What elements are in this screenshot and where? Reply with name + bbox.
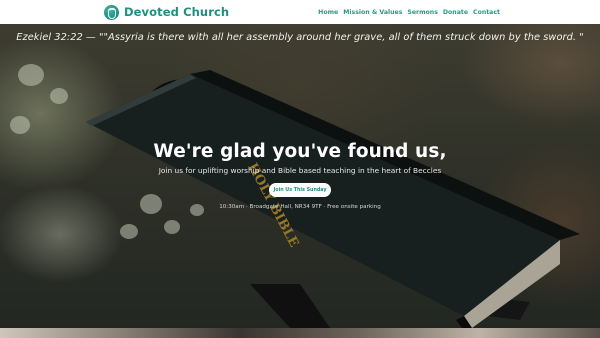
join-us-button[interactable]: Join Us This Sunday — [269, 183, 331, 197]
main-nav: Home Mission & Values Sermons Donate Con… — [318, 9, 500, 16]
nav-donate[interactable]: Donate — [443, 9, 468, 16]
hero-subline: Join us for uplifting worship and Bible … — [158, 166, 442, 175]
hero-headline: We're glad you've found us, — [153, 141, 447, 162]
nav-sermons[interactable]: Sermons — [407, 9, 438, 16]
site-header: Devoted Church Home Mission & Values Ser… — [0, 0, 600, 24]
nav-mission-values[interactable]: Mission & Values — [343, 9, 402, 16]
brand-name: Devoted Church — [124, 5, 230, 19]
chalice-logo-icon — [104, 4, 119, 20]
nav-home[interactable]: Home — [318, 9, 338, 16]
next-section-preview — [0, 328, 600, 338]
service-details: 10:30am · Broadgate Hall, NR34 9TF · Fre… — [219, 204, 381, 210]
hero-dim-overlay — [0, 24, 600, 328]
brand[interactable]: Devoted Church — [104, 4, 230, 20]
scripture-verse: Ezekiel 32:22 — ""Assyria is there with … — [16, 32, 584, 43]
nav-contact[interactable]: Contact — [473, 9, 500, 16]
hero-section: HOLY BIBLE Ezekiel 32:22 — ""Assyria is … — [0, 24, 600, 328]
